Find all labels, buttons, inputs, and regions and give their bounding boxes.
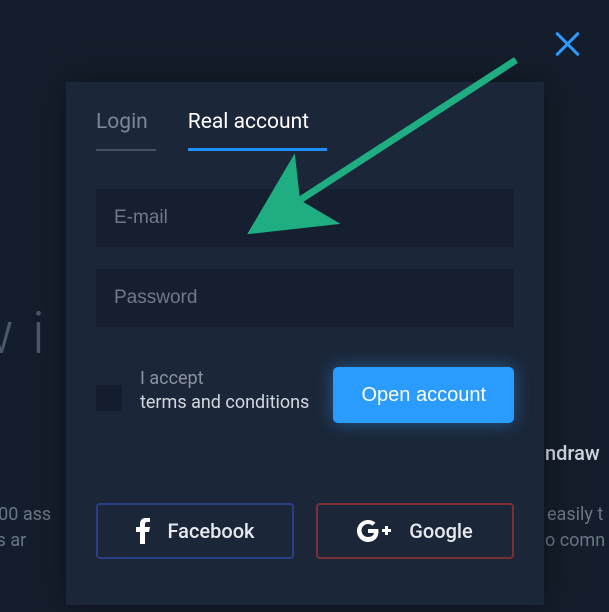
google-plus-icon (357, 520, 391, 542)
google-label: Google (409, 519, 472, 543)
tabs: Login Real account (96, 110, 514, 151)
facebook-icon (136, 518, 150, 544)
password-field[interactable] (96, 269, 514, 327)
social-buttons: Facebook Google (96, 503, 514, 559)
terms-accept-label: I accept (140, 368, 204, 389)
open-account-button[interactable]: Open account (333, 367, 514, 423)
close-icon[interactable] (553, 30, 581, 58)
terms-row: I accept terms and conditions Open accou… (96, 367, 514, 423)
terms-link[interactable]: terms and conditions (140, 392, 309, 413)
signup-modal: Login Real account I accept terms and co… (66, 82, 544, 605)
tab-real-account[interactable]: Real account (188, 110, 327, 151)
email-field[interactable] (96, 189, 514, 247)
facebook-label: Facebook (168, 519, 255, 543)
facebook-button[interactable]: Facebook (96, 503, 294, 559)
terms-checkbox[interactable] (96, 385, 122, 411)
tab-login[interactable]: Login (96, 110, 156, 151)
google-button[interactable]: Google (316, 503, 514, 559)
terms-text: I accept terms and conditions (140, 367, 309, 416)
